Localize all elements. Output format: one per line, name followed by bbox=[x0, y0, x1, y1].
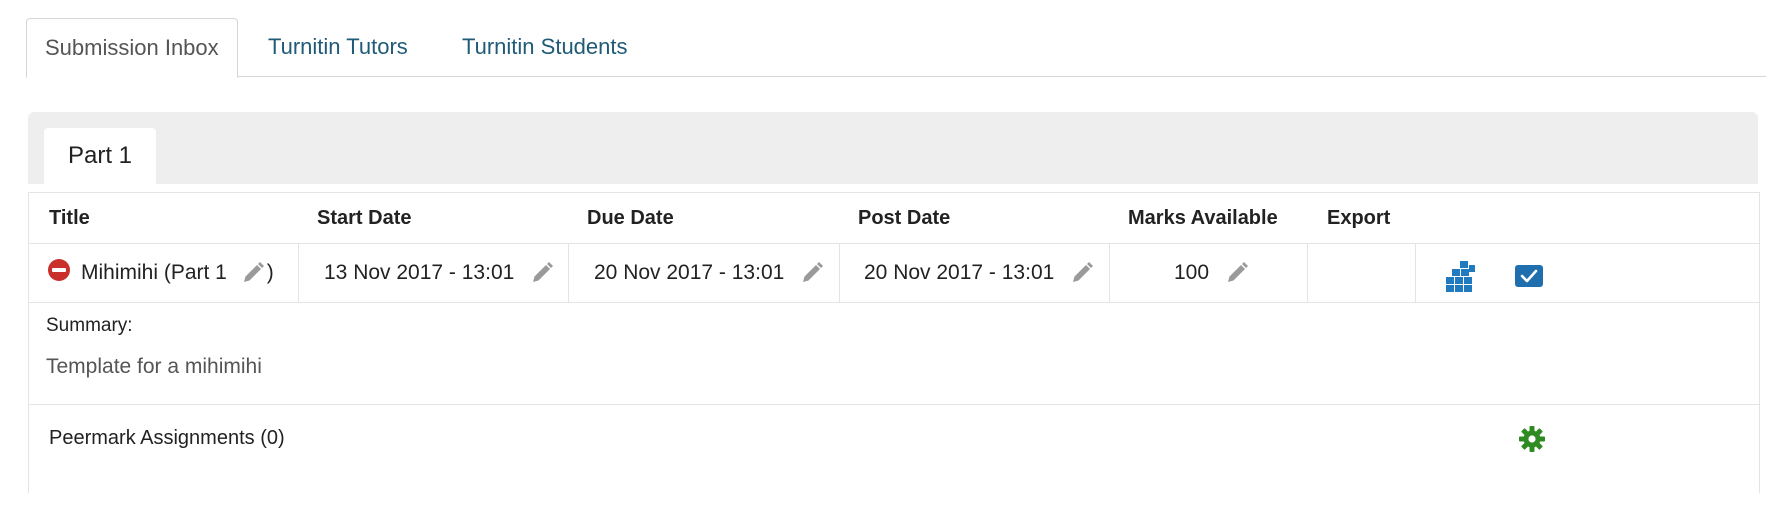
summary-label: Summary: bbox=[46, 315, 133, 336]
divider bbox=[839, 243, 840, 302]
divider bbox=[1109, 243, 1110, 302]
tab-turnitin-students[interactable]: Turnitin Students bbox=[462, 18, 628, 76]
divider bbox=[298, 243, 299, 302]
header-marks-available: Marks Available bbox=[1128, 207, 1278, 229]
header-due-date: Due Date bbox=[587, 207, 674, 229]
header-title: Title bbox=[49, 207, 90, 229]
checkbox-checked-icon[interactable] bbox=[1515, 265, 1543, 287]
header-start-date: Start Date bbox=[317, 207, 412, 229]
main-tab-bar: Submission Inbox Turnitin Tutors Turniti… bbox=[26, 18, 1766, 78]
marks-cell: 100 bbox=[1174, 243, 1249, 302]
edit-title-pencil-icon[interactable] bbox=[241, 261, 265, 285]
post-date-value: 20 Nov 2017 - 13:01 bbox=[864, 261, 1055, 284]
edit-due-date-pencil-icon[interactable] bbox=[800, 261, 824, 285]
summary-text: Template for a mihimihi bbox=[46, 355, 262, 378]
title-cell: Mihimihi (Part 1 ) bbox=[47, 243, 274, 302]
header-post-date: Post Date bbox=[858, 207, 951, 229]
export-grid-blocks-icon[interactable] bbox=[1446, 260, 1476, 292]
tab-submission-inbox[interactable]: Submission Inbox bbox=[26, 18, 238, 78]
part-tab-bar: Part 1 bbox=[28, 112, 1758, 184]
peermark-settings-gear-icon[interactable] bbox=[1518, 425, 1546, 453]
start-date-value: 13 Nov 2017 - 13:01 bbox=[324, 261, 515, 284]
start-date-cell: 13 Nov 2017 - 13:01 bbox=[324, 243, 554, 302]
due-date-value: 20 Nov 2017 - 13:01 bbox=[594, 261, 785, 284]
delete-part-icon[interactable] bbox=[47, 258, 71, 282]
edit-start-date-pencil-icon[interactable] bbox=[530, 261, 554, 285]
divider bbox=[29, 302, 1759, 303]
divider bbox=[29, 404, 1759, 405]
divider bbox=[1415, 243, 1416, 302]
part-panel: Title Start Date Due Date Post Date Mark… bbox=[28, 192, 1760, 493]
edit-marks-pencil-icon[interactable] bbox=[1225, 261, 1249, 285]
post-date-cell: 20 Nov 2017 - 13:01 bbox=[864, 243, 1094, 302]
part-title-suffix: ) bbox=[266, 261, 274, 284]
edit-post-date-pencil-icon[interactable] bbox=[1070, 261, 1094, 285]
tab-part-1[interactable]: Part 1 bbox=[44, 128, 156, 184]
divider bbox=[568, 243, 569, 302]
marks-value: 100 bbox=[1174, 261, 1210, 284]
part-title: Mihimihi (Part 1 bbox=[81, 261, 227, 284]
tab-turnitin-tutors[interactable]: Turnitin Tutors bbox=[268, 18, 408, 76]
divider bbox=[1307, 243, 1308, 302]
due-date-cell: 20 Nov 2017 - 13:01 bbox=[594, 243, 824, 302]
header-export: Export bbox=[1327, 207, 1391, 229]
peermark-assignments-label: Peermark Assignments (0) bbox=[49, 427, 285, 449]
